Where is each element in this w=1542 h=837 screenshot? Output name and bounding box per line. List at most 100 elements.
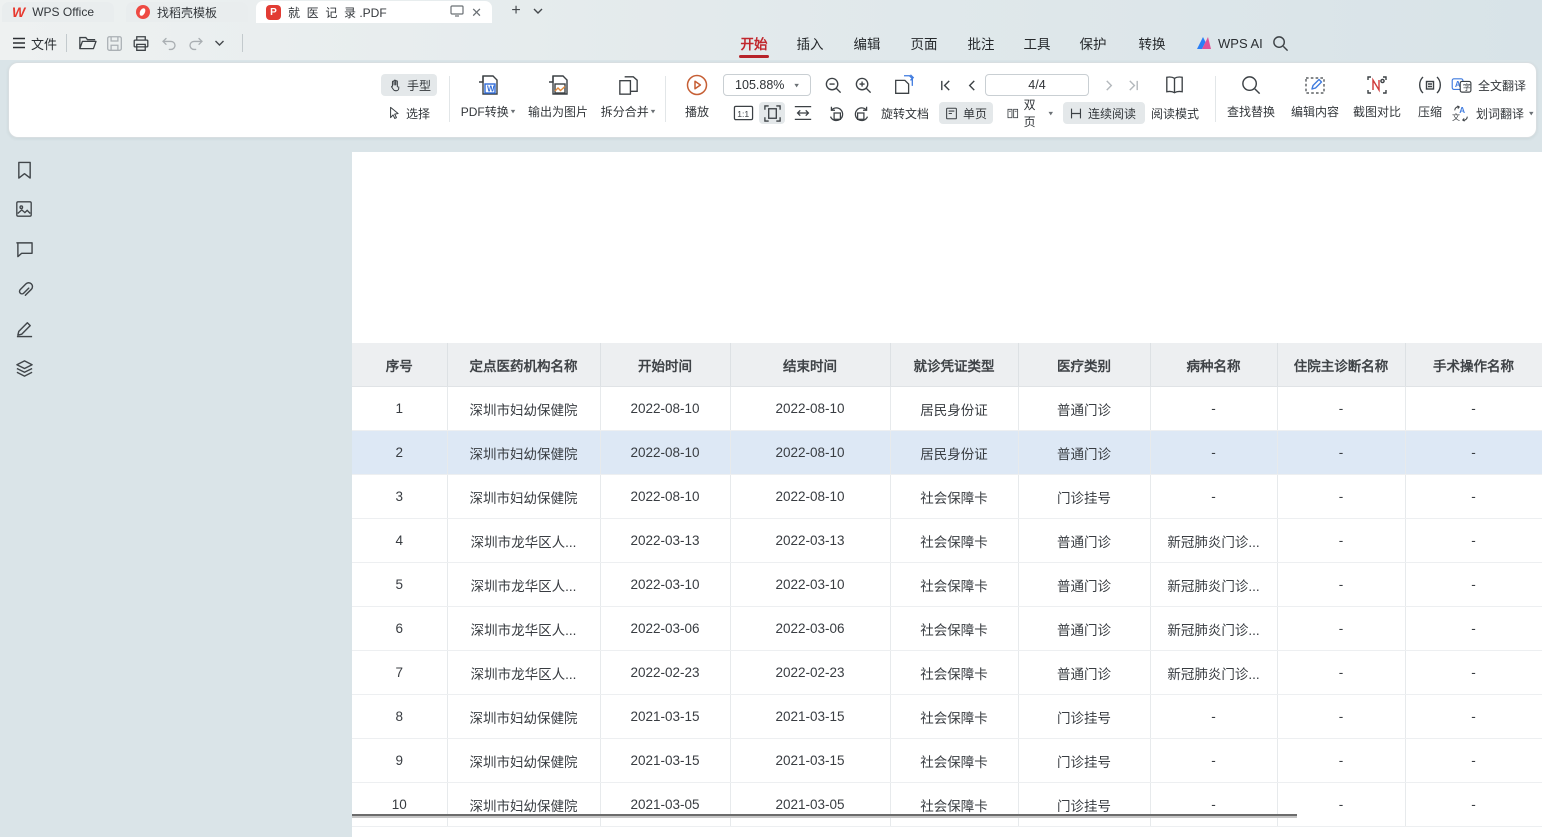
first-page-button[interactable]: [933, 74, 957, 96]
signature-panel-button[interactable]: [13, 317, 35, 339]
continuous-read-button[interactable]: 连续阅读: [1063, 102, 1145, 124]
redo-button[interactable]: [188, 31, 205, 55]
table-row[interactable]: 4深圳市龙华区人...2022-03-132022-03-13社会保障卡普通门诊…: [352, 519, 1542, 563]
quickbar-more-chevron-icon[interactable]: [214, 31, 225, 55]
double-page-button[interactable]: 双页 ▾: [1001, 102, 1059, 124]
full-translate-button[interactable]: A 字 全文翻译: [1451, 74, 1526, 96]
zoom-in-button[interactable]: [851, 74, 875, 96]
compress-button[interactable]: 压缩: [1407, 69, 1453, 129]
continuous-read-label: 连续阅读: [1088, 105, 1136, 122]
menu-tools[interactable]: 工具: [1009, 31, 1065, 55]
menu-insert[interactable]: 插入: [782, 31, 838, 55]
layers-panel-button[interactable]: [13, 357, 35, 379]
table-row[interactable]: 7深圳市龙华区人...2022-02-232022-02-23社会保障卡普通门诊…: [352, 651, 1542, 695]
menu-convert[interactable]: 转换: [1124, 31, 1180, 55]
last-page-button[interactable]: [1121, 74, 1145, 96]
rotate-pages-button[interactable]: [889, 72, 919, 98]
previous-page-button[interactable]: [959, 74, 983, 96]
menu-edit[interactable]: 编辑: [839, 31, 895, 55]
find-replace-icon: [1240, 69, 1263, 101]
close-tab-icon[interactable]: ✕: [471, 6, 482, 19]
edit-content-icon: [1303, 69, 1327, 101]
table-cell: 2022-03-10: [600, 563, 730, 607]
medical-records-table: 序号定点医药机构名称开始时间结束时间就诊凭证类型医疗类别病种名称住院主诊断名称手…: [352, 343, 1542, 827]
export-image-button[interactable]: 输出为图片: [523, 69, 593, 129]
open-file-button[interactable]: [78, 31, 97, 55]
tab-document-pdf[interactable]: P 就 医 记 录 .PDF ✕: [256, 1, 492, 23]
pdf-page[interactable]: 序号定点医药机构名称开始时间结束时间就诊凭证类型医疗类别病种名称住院主诊断名称手…: [352, 152, 1542, 837]
table-row[interactable]: 9深圳市妇幼保健院2021-03-152021-03-15社会保障卡门诊挂号--…: [352, 739, 1542, 783]
read-mode-button[interactable]: [1159, 72, 1189, 98]
comments-panel-button[interactable]: [13, 238, 35, 260]
menu-page[interactable]: 页面: [896, 31, 952, 55]
table-row[interactable]: 3深圳市妇幼保健院2022-08-102022-08-10社会保障卡门诊挂号--…: [352, 475, 1542, 519]
page-number-input[interactable]: [985, 74, 1089, 96]
zoom-out-button[interactable]: [821, 74, 845, 96]
single-page-button[interactable]: 单页: [939, 102, 993, 124]
table-cell: 普通门诊: [1018, 431, 1150, 475]
tab-docer-templates[interactable]: 找稻壳模板: [126, 2, 248, 22]
single-page-label: 单页: [963, 105, 987, 122]
divider: [665, 76, 666, 122]
table-row[interactable]: 2深圳市妇幼保健院2022-08-102022-08-10居民身份证普通门诊--…: [352, 431, 1542, 475]
table-row[interactable]: 10深圳市妇幼保健院2021-03-052021-03-05社会保障卡门诊挂号-…: [352, 783, 1542, 827]
table-cell: -: [1277, 431, 1405, 475]
attachments-panel-button[interactable]: [13, 278, 35, 300]
column-header: 手术操作名称: [1405, 343, 1542, 387]
find-replace-button[interactable]: 查找替换: [1221, 69, 1281, 129]
rotate-right-button[interactable]: [851, 102, 875, 124]
screenshot-compare-icon: [1365, 69, 1389, 101]
fit-width-button[interactable]: [791, 102, 815, 124]
table-row[interactable]: 5深圳市龙华区人...2022-03-102022-03-10社会保障卡普通门诊…: [352, 563, 1542, 607]
thumbnails-panel-button[interactable]: [13, 198, 35, 220]
table-cell: 2021-03-15: [600, 695, 730, 739]
print-button[interactable]: [132, 31, 150, 55]
split-merge-icon: [616, 69, 641, 101]
edit-content-button[interactable]: 编辑内容: [1285, 69, 1345, 129]
rotate-left-button[interactable]: [823, 102, 847, 124]
read-mode-label[interactable]: 阅读模式: [1151, 102, 1199, 124]
redo-icon: [188, 36, 205, 51]
screenshot-compare-button[interactable]: 截图对比: [1347, 69, 1407, 129]
table-cell: 2022-08-10: [730, 387, 890, 431]
zoom-level-select[interactable]: 105.88% ▾: [723, 74, 811, 96]
tab-wps-office[interactable]: W WPS Office: [2, 2, 114, 22]
search-button[interactable]: [1272, 31, 1289, 55]
actual-size-button[interactable]: 1:1: [731, 102, 755, 124]
table-cell: -: [1405, 783, 1542, 827]
tab-list-chevron-icon[interactable]: [530, 3, 546, 19]
chevron-down-icon: ▾: [511, 107, 516, 116]
chevron-down-icon: ▾: [1529, 109, 1534, 118]
menu-protect[interactable]: 保护: [1065, 31, 1121, 55]
table-cell: 2022-03-06: [600, 607, 730, 651]
word-translate-button[interactable]: A 文 划词翻译 ▾: [1451, 102, 1534, 124]
table-row[interactable]: 8深圳市妇幼保健院2021-03-152021-03-15社会保障卡门诊挂号--…: [352, 695, 1542, 739]
table-cell: 1: [352, 387, 447, 431]
file-menu-button[interactable]: 文件: [12, 31, 57, 55]
wps-ai-button[interactable]: WPS AI: [1196, 31, 1263, 55]
table-cell: 2022-08-10: [600, 431, 730, 475]
table-row[interactable]: 1深圳市妇幼保健院2022-08-102022-08-10居民身份证普通门诊--…: [352, 387, 1542, 431]
hand-tool-button[interactable]: 手型: [381, 74, 437, 96]
play-button[interactable]: 播放: [673, 69, 721, 129]
rotate-doc-label[interactable]: 旋转文档: [881, 102, 929, 124]
table-row[interactable]: 6深圳市龙华区人...2022-03-062022-03-06社会保障卡普通门诊…: [352, 607, 1542, 651]
pdf-convert-button[interactable]: W PDF转换▾: [455, 69, 521, 129]
undo-button[interactable]: [160, 31, 177, 55]
next-page-button[interactable]: [1097, 74, 1121, 96]
fit-page-button[interactable]: [759, 102, 785, 124]
rotate-right-icon: [854, 104, 872, 122]
split-merge-button[interactable]: 拆分合并▾: [595, 69, 661, 129]
save-button[interactable]: [106, 31, 123, 55]
menu-home[interactable]: 开始: [726, 31, 782, 55]
select-tool-button[interactable]: 选择: [381, 102, 437, 124]
select-tool-label: 选择: [406, 105, 430, 122]
table-cell: 普通门诊: [1018, 651, 1150, 695]
new-tab-button[interactable]: +: [506, 1, 526, 21]
menu-annotate[interactable]: 批注: [953, 31, 1009, 55]
find-replace-label: 查找替换: [1227, 103, 1275, 120]
table-cell: 8: [352, 695, 447, 739]
table-header-row: 序号定点医药机构名称开始时间结束时间就诊凭证类型医疗类别病种名称住院主诊断名称手…: [352, 343, 1542, 387]
cast-screen-icon[interactable]: [450, 5, 464, 20]
bookmarks-panel-button[interactable]: [13, 159, 35, 181]
